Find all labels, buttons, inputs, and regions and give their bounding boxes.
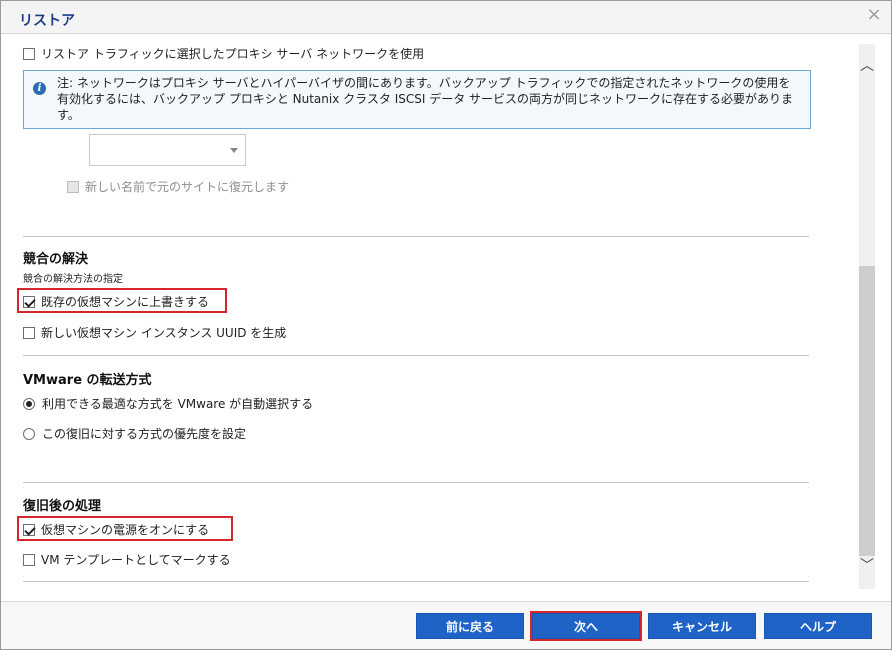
mark-template-checkbox[interactable]	[23, 553, 35, 566]
use-proxy-network-option[interactable]: リストア トラフィックに選択したプロキシ サーバ ネットワークを使用	[23, 45, 424, 62]
transport-priority-option[interactable]: この復旧に対する方式の優先度を設定	[23, 425, 246, 442]
scrollbar-thumb[interactable]	[859, 266, 875, 556]
info-icon: i	[33, 82, 46, 95]
mark-template-label: VM テンプレートとしてマークする	[41, 553, 231, 567]
dialog-content: リストア トラフィックに選択したプロキシ サーバ ネットワークを使用 i 注: …	[1, 35, 851, 601]
transport-auto-option[interactable]: 利用できる最適な方式を VMware が自動選択する	[23, 395, 313, 412]
network-select[interactable]	[89, 134, 246, 166]
transport-section-title: VMware の転送方式	[23, 373, 152, 388]
transport-priority-radio[interactable]	[23, 427, 35, 440]
section-divider	[23, 355, 809, 356]
use-proxy-network-checkbox[interactable]	[23, 47, 35, 60]
content-scrollbar[interactable]: ︿ ﹀	[852, 44, 883, 589]
mark-template-option[interactable]: VM テンプレートとしてマークする	[23, 551, 231, 568]
network-note: i 注: ネットワークはプロキシ サーバとハイパーバイザの間にあります。バックア…	[23, 70, 811, 129]
network-note-text: 注: ネットワークはプロキシ サーバとハイパーバイザの間にあります。バックアップ…	[57, 76, 794, 122]
highlight-box	[17, 516, 233, 541]
transport-auto-radio[interactable]	[23, 397, 35, 410]
help-button[interactable]: ヘルプ	[764, 613, 872, 639]
transport-priority-label: この復旧に対する方式の優先度を設定	[42, 427, 247, 441]
new-uuid-checkbox[interactable]	[23, 326, 35, 339]
section-divider	[23, 482, 809, 483]
conflict-section-subtitle: 競合の解決方法の指定	[23, 274, 123, 285]
post-recovery-section-title: 復旧後の処理	[23, 499, 102, 514]
restore-original-site-label: 新しい名前で元のサイトに復元します	[85, 180, 290, 194]
dialog-titlebar: リストア ×	[1, 1, 891, 34]
new-uuid-option[interactable]: 新しい仮想マシン インスタンス UUID を生成	[23, 324, 286, 341]
close-icon[interactable]: ×	[865, 6, 883, 24]
dialog-title: リストア	[19, 13, 75, 29]
cancel-button[interactable]: キャンセル	[648, 613, 756, 639]
section-divider	[23, 581, 809, 582]
highlight-box	[530, 611, 642, 641]
highlight-box	[17, 288, 227, 313]
transport-auto-label: 利用できる最適な方式を VMware が自動選択する	[42, 397, 314, 411]
section-divider	[23, 236, 809, 237]
restore-original-site-checkbox[interactable]	[67, 180, 79, 193]
restore-original-site-option[interactable]: 新しい名前で元のサイトに復元します	[67, 178, 289, 195]
chevron-down-icon	[230, 148, 238, 153]
dialog-footer: 前に戻る 次へ キャンセル ヘルプ	[1, 601, 891, 649]
conflict-section-title: 競合の解決	[23, 252, 89, 267]
restore-dialog: リストア × リストア トラフィックに選択したプロキシ サーバ ネットワークを使…	[0, 0, 892, 650]
back-button[interactable]: 前に戻る	[416, 613, 524, 639]
scroll-up-icon[interactable]: ︿	[859, 58, 875, 74]
new-uuid-label: 新しい仮想マシン インスタンス UUID を生成	[41, 326, 287, 340]
use-proxy-network-label: リストア トラフィックに選択したプロキシ サーバ ネットワークを使用	[41, 47, 425, 61]
scroll-down-icon[interactable]: ﹀	[859, 558, 875, 574]
